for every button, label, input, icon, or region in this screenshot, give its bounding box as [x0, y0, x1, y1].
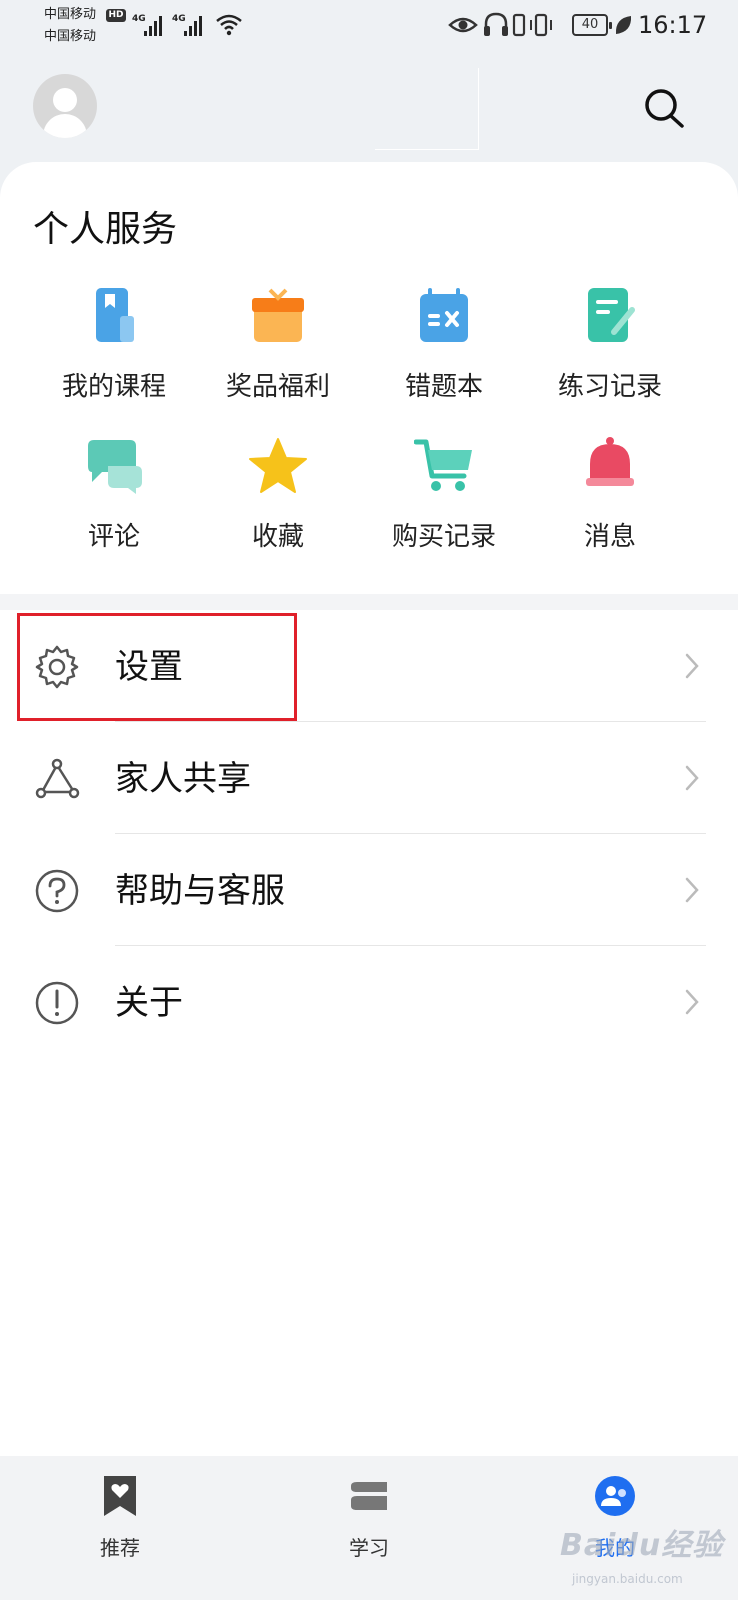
service-label: 错题本 — [404, 372, 483, 402]
service-messages[interactable]: 消息 — [530, 436, 690, 566]
service-practice-records[interactable]: 练习记录 — [530, 286, 690, 416]
tab-label: 推荐 — [100, 1536, 140, 1560]
chevron-right-icon — [685, 877, 699, 903]
section-title: 个人服务 — [33, 209, 178, 250]
service-label: 消息 — [583, 522, 636, 552]
menu-item-family-sharing[interactable]: 家人共享 — [0, 722, 738, 834]
username-area[interactable] — [375, 68, 479, 150]
personal-services-card: 个人服务 我的课程 奖品福利 错题本 练习记录 评论 收藏 购买记录 消息 — [0, 162, 738, 594]
cart-icon — [414, 439, 472, 491]
vibrate-icon — [530, 13, 552, 37]
help-circle-icon — [35, 869, 79, 913]
calendar-wrong-icon — [420, 288, 468, 342]
bell-icon — [586, 437, 634, 486]
service-label: 购买记录 — [391, 522, 496, 552]
service-wrong-questions[interactable]: 错题本 — [364, 286, 524, 416]
stack-icon — [351, 1482, 387, 1510]
star-icon — [249, 438, 307, 493]
highlight-annotation-box — [17, 613, 297, 721]
watermark-url: jingyan.baidu.com — [572, 1572, 683, 1586]
menu-item-settings[interactable]: 设置 — [0, 610, 738, 722]
chevron-right-icon — [685, 653, 699, 679]
note-pen-icon — [588, 288, 635, 342]
service-label: 奖品福利 — [225, 372, 330, 402]
chevron-right-icon — [685, 989, 699, 1015]
section-separator — [0, 594, 738, 610]
phone-device-icon — [512, 13, 526, 37]
service-my-courses[interactable]: 我的课程 — [34, 286, 194, 416]
clock-time: 16:17 — [638, 11, 708, 39]
service-label: 我的课程 — [61, 372, 166, 402]
hd-badge: HD — [106, 9, 126, 22]
service-prizes[interactable]: 奖品福利 — [198, 286, 358, 416]
headphones-icon — [484, 12, 508, 36]
chat-bubble-icon — [88, 440, 142, 494]
search-icon[interactable] — [640, 84, 688, 132]
gift-icon — [252, 288, 304, 342]
info-exclamation-icon — [35, 981, 79, 1025]
chevron-right-icon — [685, 765, 699, 791]
service-label: 练习记录 — [557, 372, 662, 402]
menu-item-label: 家人共享 — [115, 759, 251, 799]
bookmark-heart-icon — [104, 1476, 136, 1516]
menu-item-about[interactable]: 关于 — [0, 946, 738, 1058]
wifi-icon — [216, 14, 242, 36]
menu-item-label: 关于 — [115, 983, 183, 1023]
leaf-icon — [615, 16, 632, 34]
profile-icon — [595, 1476, 635, 1516]
watermark-logo: Baidu经验 — [560, 1528, 724, 1563]
menu-item-label: 帮助与客服 — [115, 871, 285, 911]
tab-label: 学习 — [349, 1536, 389, 1560]
service-purchase-records[interactable]: 购买记录 — [364, 436, 524, 566]
status-bar: 中国移动 HD 中国移动 4G 4G 40 16:17 — [0, 0, 738, 52]
share-nodes-icon — [35, 758, 80, 799]
signal-strength-icon-2 — [184, 14, 206, 36]
menu-item-help-support[interactable]: 帮助与客服 — [0, 834, 738, 946]
menu-list: 设置 家人共享 帮助与客服 关于 — [0, 610, 738, 1456]
eye-icon — [448, 17, 478, 33]
service-comments[interactable]: 评论 — [34, 436, 194, 566]
signal-strength-icon — [144, 14, 166, 36]
service-favorites[interactable]: 收藏 — [198, 436, 358, 566]
service-label: 评论 — [87, 522, 140, 552]
avatar[interactable] — [33, 74, 97, 138]
battery-indicator: 40 — [572, 14, 612, 36]
carrier-label-2: 中国移动 — [44, 29, 97, 44]
service-label: 收藏 — [251, 522, 304, 552]
tab-study[interactable]: 学习 — [289, 1456, 449, 1576]
tab-recommend[interactable]: 推荐 — [40, 1456, 200, 1576]
carrier-label-1: 中国移动 — [44, 7, 97, 22]
book-icon — [96, 288, 134, 342]
